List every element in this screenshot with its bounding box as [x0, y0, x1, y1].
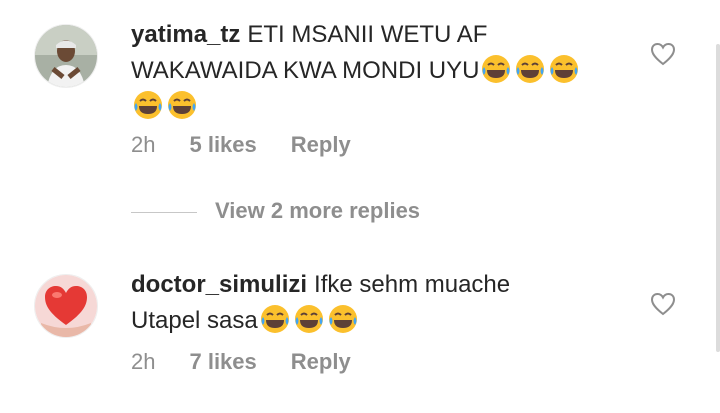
reply-button[interactable]: Reply [291, 132, 351, 157]
comment-text: doctor_simulizi Ifke sehm muache Utapel s… [131, 268, 631, 338]
avatar[interactable] [34, 274, 98, 338]
face-with-tears-of-joy-icon [134, 91, 162, 119]
avatar[interactable] [34, 24, 98, 88]
heart-outline-icon[interactable] [650, 41, 676, 67]
comment-meta: 2h 7 likes Reply [131, 349, 385, 375]
face-with-tears-of-joy-icon [328, 305, 357, 333]
comment-time: 2h [131, 132, 156, 157]
face-with-tears-of-joy-icon [482, 55, 511, 83]
emoji-group [258, 305, 360, 334]
emoji-group-line3 [131, 91, 199, 120]
comment-username[interactable]: doctor_simulizi [131, 271, 307, 298]
reply-button[interactable]: Reply [291, 349, 351, 374]
comment-meta: 2h 5 likes Reply [131, 132, 385, 158]
face-with-tears-of-joy-icon [550, 55, 579, 83]
divider-line [131, 211, 197, 213]
comment-time: 2h [131, 349, 156, 374]
face-with-tears-of-joy-icon [516, 55, 545, 83]
face-with-tears-of-joy-icon [294, 305, 323, 333]
comment-text: yatima_tz ETI MSANII WETU AF WAKAWAIDA KW… [131, 18, 631, 124]
comment-body-line1: ETI MSANII WETU AF [247, 21, 488, 48]
user-photo-icon [35, 25, 97, 87]
view-more-label: View 2 more replies [215, 198, 421, 223]
face-with-tears-of-joy-icon [260, 305, 289, 333]
likes-count[interactable]: 7 likes [189, 349, 256, 374]
comment-username[interactable]: yatima_tz [131, 21, 240, 48]
scrollbar[interactable] [716, 44, 720, 352]
view-more-replies-button[interactable]: View 2 more replies [131, 198, 420, 224]
comment-body-line1: Ifke sehm muache [314, 271, 511, 298]
red-heart-photo-icon [35, 275, 97, 337]
comment-body-line2: WAKAWAIDA KWA MONDI UYU [131, 57, 480, 84]
heart-outline-icon[interactable] [650, 291, 676, 317]
emoji-group [479, 55, 581, 84]
comment-body-line2: Utapel sasa [131, 307, 258, 334]
likes-count[interactable]: 5 likes [189, 132, 256, 157]
face-with-tears-of-joy-icon [168, 91, 196, 119]
